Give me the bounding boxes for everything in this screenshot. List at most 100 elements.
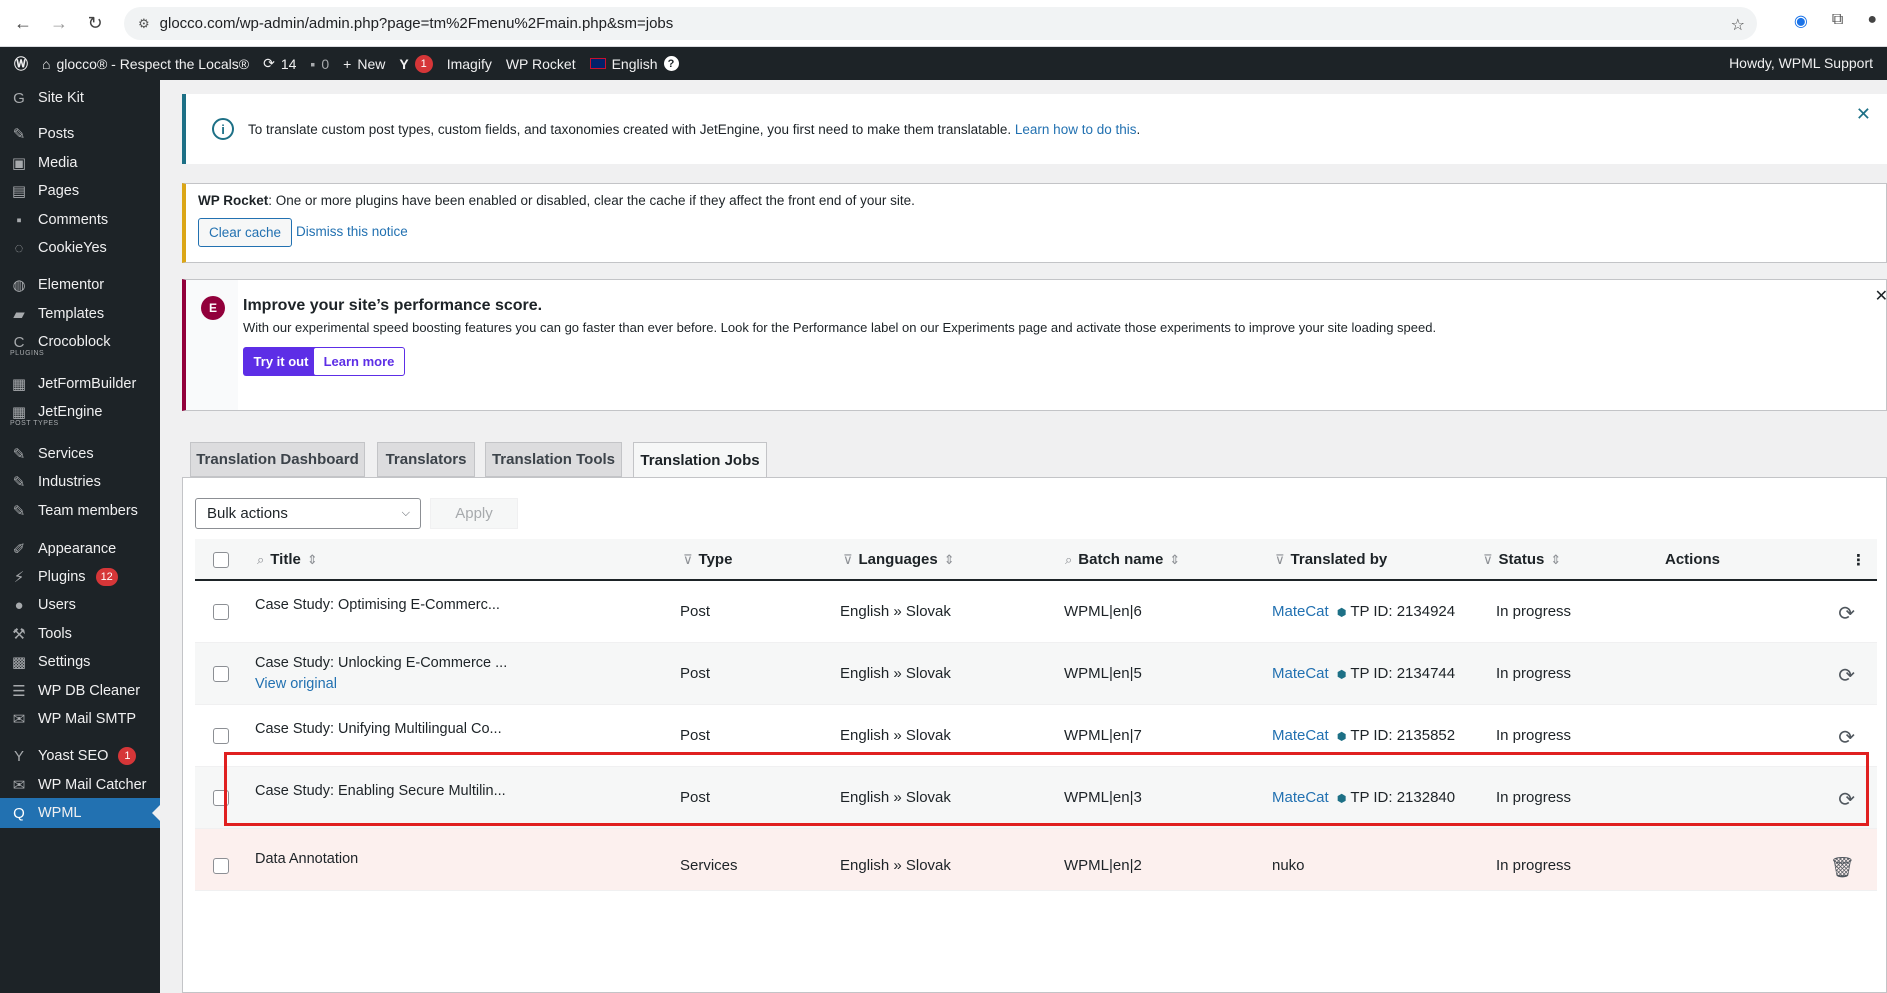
row-title[interactable]: Case Study: Enabling Secure Multilin...	[255, 783, 506, 799]
row-title[interactable]: Case Study: Unifying Multilingual Co...	[255, 721, 502, 737]
sidebar-item-pages[interactable]: ▤ Pages	[0, 176, 160, 206]
learn-more-button[interactable]: Learn more	[313, 347, 405, 376]
sidebar-item-plugins[interactable]: ⚡ Plugins 12	[0, 562, 160, 592]
puzzle-icon[interactable]: ⧉	[1832, 11, 1843, 31]
table-header: ⌕ Title ⇕ ⊽ Type ⊽ Languages ⇕ ⌕ Batch name ⇕ ⊽…	[195, 539, 1877, 581]
tab-translation-tools[interactable]: Translation Tools	[485, 442, 622, 477]
sidebar-item-wp-mail-smtp[interactable]: ✉ WP Mail SMTP	[0, 704, 160, 734]
filter-icon: ⊽	[843, 551, 853, 567]
translator-link[interactable]: MateCat	[1272, 603, 1329, 620]
main-content: i To translate custom post types, custom…	[160, 80, 1887, 993]
wp-rocket-link[interactable]: WP Rocket	[506, 56, 576, 72]
row-checkbox[interactable]	[213, 666, 229, 682]
close-icon[interactable]: ✕	[1875, 286, 1887, 306]
sidebar-item-cookieyes[interactable]: ◌ CookieYes	[0, 233, 160, 263]
chevron-down-icon: ⌵	[401, 507, 410, 519]
clear-cache-button[interactable]: Clear cache	[198, 218, 292, 247]
try-it-out-button[interactable]: Try it out	[243, 347, 319, 376]
sync-icon[interactable]: ⟳	[1838, 725, 1855, 750]
updates-icon: ⟳	[263, 55, 275, 71]
sidebar-item-tools[interactable]: ⚒ Tools	[0, 619, 160, 649]
wordpress-logo-icon[interactable]: Ⓦ	[14, 54, 28, 74]
view-original-link[interactable]: View original	[255, 676, 337, 692]
trash-icon[interactable]: 🗑	[1830, 855, 1855, 880]
th-languages[interactable]: ⊽ Languages ⇕	[843, 551, 955, 568]
close-icon[interactable]: ✕	[1856, 104, 1871, 125]
row-checkbox[interactable]	[213, 728, 229, 744]
back-icon[interactable]: ←	[10, 10, 36, 36]
row-checkbox[interactable]	[213, 790, 229, 806]
sidebar-item-posts[interactable]: ✎ Posts	[0, 119, 160, 149]
row-title[interactable]: Case Study: Unlocking E-Commerce ...	[255, 655, 507, 671]
row-checkbox[interactable]	[213, 858, 229, 874]
th-status[interactable]: ⊽ Status ⇕	[1483, 551, 1561, 568]
sidebar-item-templates[interactable]: ▰ Templates	[0, 299, 160, 329]
sync-icon[interactable]: ⟳	[1838, 787, 1855, 812]
row-title[interactable]: Case Study: Optimising E-Commerc...	[255, 597, 500, 613]
site-name-link[interactable]: ⌂ glocco® - Respect the Locals®	[42, 56, 249, 72]
tab-translators[interactable]: Translators	[377, 442, 475, 477]
column-options-icon[interactable]: ⋮	[1851, 551, 1866, 569]
translator-link[interactable]: MateCat	[1272, 727, 1329, 744]
sidebar-item-site-kit[interactable]: G Site Kit	[0, 83, 160, 113]
yoast-adminbar-link[interactable]: Y 1	[399, 54, 433, 73]
tp-tag-icon: ⬢	[1336, 607, 1347, 619]
wp-admin-bar: Ⓦ ⌂ glocco® - Respect the Locals® ⟳ 14 ▪…	[0, 47, 1887, 80]
sidebar-item-jetformbuilder[interactable]: ▦ JetFormBuilder	[0, 369, 160, 399]
address-bar[interactable]: ⚙ glocco.com/wp-admin/admin.php?page=tm%…	[124, 7, 1757, 40]
profile-icon[interactable]: ●	[1867, 11, 1877, 31]
yoast-badge: 1	[118, 747, 137, 765]
new-content-link[interactable]: + New	[343, 56, 385, 72]
howdy-account[interactable]: Howdy, WPML Support	[1729, 55, 1873, 71]
tab-translation-dashboard[interactable]: Translation Dashboard	[190, 442, 365, 477]
site-kit-icon: G	[13, 89, 25, 107]
comments-link[interactable]: ▪ 0	[310, 56, 329, 72]
site-info-icon[interactable]: ⚙	[138, 16, 150, 32]
updates-link[interactable]: ⟳ 14	[263, 55, 296, 72]
sidebar-item-wp-mail-catcher[interactable]: ✉ WP Mail Catcher	[0, 770, 160, 800]
sidebar-item-wp-db-cleaner[interactable]: ☰ WP DB Cleaner	[0, 676, 160, 706]
th-translated-by[interactable]: ⊽ Translated by	[1275, 551, 1387, 568]
th-title[interactable]: ⌕ Title ⇕	[257, 551, 318, 568]
imagify-link[interactable]: Imagify	[447, 56, 492, 72]
row-title[interactable]: Data Annotation	[255, 851, 358, 867]
elementor-notice: E Improve your site’s performance score.…	[182, 279, 1887, 411]
forward-icon[interactable]: →	[46, 10, 72, 36]
dismiss-notice-link[interactable]: Dismiss this notice	[296, 224, 408, 239]
row-languages: English » Slovak	[840, 603, 951, 620]
sidebar-label: WP DB Cleaner	[38, 683, 141, 699]
bookmark-star-icon[interactable]: ☆	[1731, 15, 1745, 35]
row-translator: MateCat ⬢ TP ID: 2134924	[1272, 603, 1455, 620]
bulk-actions-select[interactable]: Bulk actions ⌵	[195, 498, 421, 529]
pages-icon: ▤	[11, 183, 27, 200]
sidebar-label: Settings	[38, 654, 91, 670]
sidebar-item-wpml[interactable]: Q WPML	[0, 798, 160, 828]
elementor-text: With our experimental speed boosting fea…	[243, 320, 1437, 335]
sidebar-item-industries[interactable]: ✎ Industries	[0, 467, 160, 497]
comments-icon: ▪	[16, 211, 22, 229]
apply-button[interactable]: Apply	[430, 498, 518, 529]
sidebar-item-team-members[interactable]: ✎ Team members	[0, 496, 160, 526]
translator-link[interactable]: MateCat	[1272, 789, 1329, 806]
sidebar-item-users[interactable]: ● Users	[0, 590, 160, 620]
sidebar-item-settings[interactable]: ▩ Settings	[0, 647, 160, 677]
sync-icon[interactable]: ⟳	[1838, 601, 1855, 626]
th-type[interactable]: ⊽ Type	[683, 551, 732, 568]
sidebar-item-services[interactable]: ✎ Services	[0, 439, 160, 469]
elementor-aside: E	[186, 280, 238, 410]
extension-icon[interactable]: ◉	[1794, 11, 1808, 31]
sidebar-item-appearance[interactable]: ✐ Appearance	[0, 534, 160, 564]
reload-icon[interactable]: ↻	[82, 10, 108, 36]
language-switcher[interactable]: English ?	[589, 56, 679, 72]
sidebar-item-elementor[interactable]: ◍ Elementor	[0, 270, 160, 300]
th-batch-name[interactable]: ⌕ Batch name ⇕	[1065, 551, 1180, 568]
learn-how-link[interactable]: Learn how to do this	[1015, 122, 1137, 137]
sync-icon[interactable]: ⟳	[1838, 663, 1855, 688]
translator-link[interactable]: MateCat	[1272, 665, 1329, 682]
sidebar-item-media[interactable]: ▣ Media	[0, 148, 160, 178]
tab-translation-jobs[interactable]: Translation Jobs	[633, 442, 767, 478]
select-all-checkbox[interactable]	[213, 552, 229, 568]
sidebar-item-yoast-seo[interactable]: Y Yoast SEO 1	[0, 741, 160, 771]
row-checkbox[interactable]	[213, 604, 229, 620]
sidebar-item-comments[interactable]: ▪ Comments	[0, 205, 160, 235]
